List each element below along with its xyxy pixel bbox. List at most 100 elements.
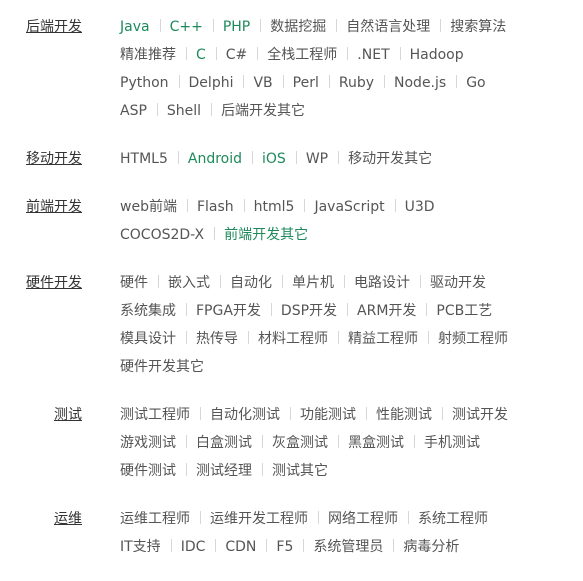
job-tag-link[interactable]: FPGA开发 [196, 297, 261, 325]
job-tag-link[interactable]: ARM开发 [357, 297, 416, 325]
job-tag-link[interactable]: .NET [357, 41, 389, 69]
tag-separator [186, 199, 188, 212]
job-tag-link[interactable]: IT支持 [120, 533, 161, 561]
job-tag-link[interactable]: F5 [276, 533, 293, 561]
job-tag-link[interactable]: html5 [254, 193, 295, 221]
job-tag-link[interactable]: COCOS2D-X [120, 221, 204, 249]
job-tag-link[interactable]: 系统管理员 [313, 533, 383, 561]
category-title[interactable]: 后端开发 [0, 13, 82, 41]
job-tag-link[interactable]: 功能测试 [300, 401, 356, 429]
job-tag-link[interactable]: Shell [167, 97, 201, 125]
job-tag-link[interactable]: JavaScript [314, 193, 384, 221]
job-tag-link[interactable]: Hadoop [410, 41, 464, 69]
job-tag-link[interactable]: 运维开发工程师 [210, 505, 308, 533]
category-tag-list: 测试工程师 自动化测试 功能测试 性能测试 测试开发游戏测试 白盒测试 灰盒测试 黑盒测试 手机… [120, 401, 580, 485]
category-tag-list: 硬件 嵌入式 自动化 单片机 电路设计 驱动开发系统集成 FPGA开发 DSP开发 ARM开发 P… [120, 269, 580, 381]
job-tag-link[interactable]: C# [226, 41, 248, 69]
tag-separator [243, 199, 245, 212]
category-title[interactable]: 前端开发 [0, 193, 82, 221]
job-tag-link[interactable]: 系统工程师 [418, 505, 488, 533]
category-tag-list: 运维工程师 运维开发工程师 网络工程师 系统工程师 IT支持 IDC CDN F5 系统管理员病… [120, 505, 580, 561]
job-tag-link[interactable]: IDC [181, 533, 206, 561]
job-tag-link[interactable]: 单片机 [292, 269, 334, 297]
job-tag-link[interactable]: 嵌入式 [168, 269, 210, 297]
job-tag-link[interactable]: 白盒测试 [196, 429, 252, 457]
tag-separator [347, 303, 349, 316]
job-tag-link[interactable]: 手机测试 [424, 429, 480, 457]
category-title[interactable]: 硬件开发 [0, 269, 82, 297]
job-tag-link[interactable]: Delphi [189, 69, 234, 97]
job-tag-link[interactable]: WP [306, 145, 328, 173]
job-tag-link[interactable]: 电路设计 [354, 269, 410, 297]
job-tag-link[interactable]: Python [120, 69, 169, 97]
job-tag-link[interactable]: Perl [293, 69, 319, 97]
job-tag-link[interactable]: 黑盒测试 [348, 429, 404, 457]
job-tag-link[interactable]: CDN [225, 533, 256, 561]
job-tag-link[interactable]: 硬件开发其它 [120, 353, 204, 381]
job-tag-link[interactable]: 驱动开发 [430, 269, 486, 297]
job-tag-link[interactable]: Go [466, 69, 485, 97]
job-tag-link[interactable]: 自动化 [230, 269, 272, 297]
job-tag-link[interactable]: 精益工程师 [348, 325, 418, 353]
job-tag-link[interactable]: HTML5 [120, 145, 168, 173]
job-tag-link[interactable]: 材料工程师 [258, 325, 328, 353]
category-title[interactable]: 移动开发 [0, 145, 82, 173]
tag-separator [252, 151, 254, 164]
job-tag-link[interactable]: Ruby [339, 69, 374, 97]
tag-separator [214, 227, 216, 240]
tag-separator [200, 511, 201, 524]
tag-row: 硬件测试 测试经理 测试其它 [120, 457, 580, 485]
job-tag-link[interactable]: 后端开发其它 [221, 97, 305, 125]
job-tag-link[interactable]: web前端 [120, 193, 177, 221]
job-tag-link[interactable]: 数据挖掘 [270, 13, 326, 41]
hot-job-tag-link[interactable]: iOS [262, 145, 286, 173]
tag-separator [442, 407, 443, 420]
tag-separator [384, 75, 386, 88]
job-tag-link[interactable]: 测试经理 [196, 457, 252, 485]
hot-job-tag-link[interactable]: 前端开发其它 [224, 221, 308, 249]
job-tag-link[interactable]: 移动开发其它 [348, 145, 432, 173]
job-tag-link[interactable]: 性能测试 [376, 401, 432, 429]
category-title[interactable]: 测试 [0, 401, 82, 429]
job-tag-link[interactable]: 测试其它 [272, 457, 328, 485]
job-tag-link[interactable]: PCB工艺 [436, 297, 492, 325]
job-tag-link[interactable]: 自然语言处理 [346, 13, 430, 41]
job-tag-link[interactable]: Flash [197, 193, 234, 221]
hot-job-tag-link[interactable]: C [196, 41, 206, 69]
category-tag-list: HTML5 Android iOS WP 移动开发其它 [120, 145, 580, 173]
job-tag-link[interactable]: 精准推荐 [120, 41, 176, 69]
job-tag-link[interactable]: 系统集成 [120, 297, 176, 325]
job-tag-link[interactable]: ASP [120, 97, 147, 125]
tag-row: COCOS2D-X 前端开发其它 [120, 221, 580, 249]
job-tag-link[interactable]: 模具设计 [120, 325, 176, 353]
job-tag-link[interactable]: 测试工程师 [120, 401, 190, 429]
job-tag-link[interactable]: Node.js [394, 69, 446, 97]
tag-separator [178, 75, 180, 88]
job-tag-link[interactable]: 病毒分析 [403, 533, 459, 561]
category-title[interactable]: 运维 [0, 505, 82, 533]
job-tag-link[interactable]: 硬件测试 [120, 457, 176, 485]
job-tag-link[interactable]: 热传导 [196, 325, 238, 353]
hot-job-tag-link[interactable]: Java [120, 13, 150, 41]
job-tag-link[interactable]: DSP开发 [281, 297, 337, 325]
job-tag-link[interactable]: 自动化测试 [210, 401, 280, 429]
tag-separator [200, 407, 201, 420]
job-tag-link[interactable]: 硬件 [120, 269, 148, 297]
job-tag-link[interactable]: 运维工程师 [120, 505, 190, 533]
job-tag-link[interactable]: 射频工程师 [438, 325, 508, 353]
job-tag-link[interactable]: 游戏测试 [120, 429, 176, 457]
tag-separator [177, 151, 179, 164]
job-tag-link[interactable]: 搜索算法 [450, 13, 506, 41]
hot-job-tag-link[interactable]: C++ [170, 13, 203, 41]
job-tag-link[interactable]: 灰盒测试 [272, 429, 328, 457]
job-tag-link[interactable]: VB [253, 69, 272, 97]
tag-separator [420, 275, 421, 288]
hot-job-tag-link[interactable]: Android [188, 145, 242, 173]
job-tag-link[interactable]: 全栈工程师 [267, 41, 337, 69]
tag-row: 精准推荐 C C# 全栈工程师 .NET Hadoop [120, 41, 580, 69]
hot-job-tag-link[interactable]: PHP [223, 13, 250, 41]
tag-row: Python Delphi VB Perl Ruby Node.js Go [120, 69, 580, 97]
job-tag-link[interactable]: U3D [405, 193, 435, 221]
job-tag-link[interactable]: 网络工程师 [328, 505, 398, 533]
job-tag-link[interactable]: 测试开发 [452, 401, 508, 429]
